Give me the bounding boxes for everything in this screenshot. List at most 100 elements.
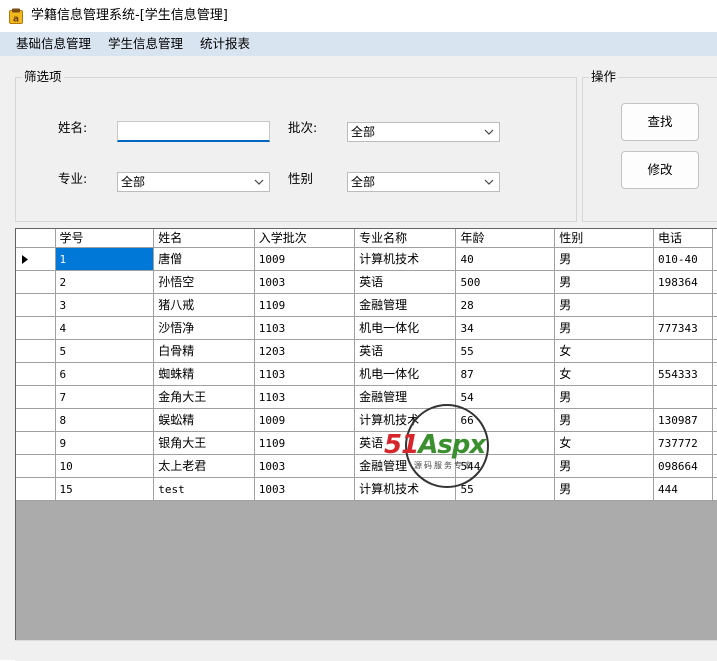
table-cell[interactable]: 1009 <box>254 248 354 271</box>
table-cell[interactable]: 1009 <box>254 409 354 432</box>
table-cell[interactable]: 沙悟净 <box>154 317 254 340</box>
table-cell[interactable]: 2 <box>55 271 154 294</box>
table-cell[interactable]: 蜈蚣精 <box>154 409 254 432</box>
edit-button[interactable]: 修改 <box>621 151 699 189</box>
table-cell[interactable]: 孙悟空 <box>154 271 254 294</box>
name-input[interactable] <box>117 121 270 142</box>
menu-student-info[interactable]: 学生信息管理 <box>108 36 183 52</box>
row-header[interactable] <box>16 409 55 432</box>
table-cell[interactable]: test <box>154 478 254 501</box>
table-cell[interactable]: 白骨精 <box>154 340 254 363</box>
table-cell[interactable]: 55 <box>456 340 555 363</box>
row-header[interactable] <box>16 363 55 386</box>
table-cell[interactable]: 1103 <box>254 386 354 409</box>
table-cell[interactable]: 蜘蛛精 <box>154 363 254 386</box>
table-cell[interactable]: 6 <box>55 363 154 386</box>
table-cell[interactable]: 500 <box>456 271 555 294</box>
column-header[interactable]: 性别 <box>555 229 654 248</box>
table-cell[interactable]: 28 <box>456 294 555 317</box>
table-cell[interactable]: 英语 <box>355 271 456 294</box>
table-cell[interactable]: 金融管理 <box>355 386 456 409</box>
table-cell[interactable] <box>456 432 555 455</box>
column-header[interactable]: 专业名称 <box>355 229 456 248</box>
table-cell[interactable]: 7 <box>55 386 154 409</box>
table-cell[interactable]: 银角大王 <box>154 432 254 455</box>
table-cell[interactable]: 130987 <box>654 409 713 432</box>
table-row[interactable]: 3猪八戒1109金融管理28男 <box>16 294 717 317</box>
table-cell[interactable]: 544 <box>456 455 555 478</box>
batch-select[interactable]: 全部 <box>347 122 500 142</box>
table-cell[interactable]: 金融管理 <box>355 455 456 478</box>
table-cell[interactable]: 010-40 <box>654 248 713 271</box>
table-cell[interactable]: 8 <box>55 409 154 432</box>
major-select[interactable]: 全部 <box>117 172 270 192</box>
search-button[interactable]: 查找 <box>621 103 699 141</box>
table-cell[interactable]: 55 <box>456 478 555 501</box>
table-cell[interactable]: 87 <box>456 363 555 386</box>
table-cell[interactable]: 男 <box>555 248 654 271</box>
table-cell[interactable]: 15 <box>55 478 154 501</box>
table-row[interactable]: 2孙悟空1003英语500男198364 <box>16 271 717 294</box>
row-header[interactable] <box>16 432 55 455</box>
table-cell[interactable]: 737772 <box>654 432 713 455</box>
table-cell[interactable]: 1003 <box>254 478 354 501</box>
table-row[interactable]: 1唐僧1009计算机技术40男010-40 <box>16 248 717 271</box>
row-header[interactable] <box>16 340 55 363</box>
table-cell[interactable]: 1109 <box>254 432 354 455</box>
table-cell[interactable]: 机电一体化 <box>355 317 456 340</box>
table-cell[interactable]: 1103 <box>254 317 354 340</box>
table-cell[interactable]: 777343 <box>654 317 713 340</box>
table-cell[interactable]: 40 <box>456 248 555 271</box>
table-cell[interactable]: 54 <box>456 386 555 409</box>
table-cell[interactable]: 444 <box>654 478 713 501</box>
table-cell[interactable]: 554333 <box>654 363 713 386</box>
table-cell[interactable]: 1203 <box>254 340 354 363</box>
table-cell[interactable]: 34 <box>456 317 555 340</box>
row-header[interactable] <box>16 455 55 478</box>
table-cell[interactable]: 计算机技术 <box>355 478 456 501</box>
table-cell[interactable]: 男 <box>555 294 654 317</box>
table-cell[interactable]: 计算机技术 <box>355 248 456 271</box>
menu-statistics-report[interactable]: 统计报表 <box>200 36 250 52</box>
table-cell[interactable]: 太上老君 <box>154 455 254 478</box>
table-row[interactable]: 9银角大王1109英语女737772 <box>16 432 717 455</box>
table-cell[interactable]: 男 <box>555 317 654 340</box>
table-cell[interactable] <box>654 294 713 317</box>
table-cell[interactable]: 10 <box>55 455 154 478</box>
table-row[interactable]: 4沙悟净1103机电一体化34男777343 <box>16 317 717 340</box>
horizontal-scrollbar[interactable] <box>15 640 717 661</box>
table-cell[interactable] <box>654 386 713 409</box>
table-cell[interactable]: 英语 <box>355 432 456 455</box>
table-cell[interactable]: 4 <box>55 317 154 340</box>
table-cell[interactable]: 1103 <box>254 363 354 386</box>
column-header[interactable]: 学号 <box>55 229 154 248</box>
table-cell[interactable]: 098664 <box>654 455 713 478</box>
table-cell[interactable]: 男 <box>555 455 654 478</box>
row-header[interactable] <box>16 478 55 501</box>
table-cell[interactable]: 1003 <box>254 455 354 478</box>
table-cell[interactable]: 女 <box>555 340 654 363</box>
table-cell[interactable]: 198364 <box>654 271 713 294</box>
table-row[interactable]: 7金角大王1103金融管理54男 <box>16 386 717 409</box>
table-cell[interactable]: 男 <box>555 478 654 501</box>
student-grid[interactable]: 学号 姓名 入学批次 专业名称 年龄 性别 电话 1唐僧1009计算机技术40男… <box>15 228 717 641</box>
table-cell[interactable]: 1003 <box>254 271 354 294</box>
table-cell[interactable]: 5 <box>55 340 154 363</box>
table-row[interactable]: 15test1003计算机技术55男444 <box>16 478 717 501</box>
table-cell[interactable]: 机电一体化 <box>355 363 456 386</box>
column-header[interactable]: 电话 <box>654 229 713 248</box>
table-row[interactable]: 5白骨精1203英语55女 <box>16 340 717 363</box>
table-cell[interactable]: 9 <box>55 432 154 455</box>
table-cell[interactable]: 1109 <box>254 294 354 317</box>
table-row[interactable]: 8蜈蚣精1009计算机技术66男130987 <box>16 409 717 432</box>
table-cell[interactable]: 男 <box>555 386 654 409</box>
column-header[interactable]: 姓名 <box>154 229 254 248</box>
table-row[interactable]: 6蜘蛛精1103机电一体化87女554333 <box>16 363 717 386</box>
table-cell[interactable]: 英语 <box>355 340 456 363</box>
row-header[interactable] <box>16 317 55 340</box>
menu-basic-info[interactable]: 基础信息管理 <box>16 36 91 52</box>
table-cell[interactable]: 男 <box>555 409 654 432</box>
table-cell[interactable]: 计算机技术 <box>355 409 456 432</box>
table-row[interactable]: 10太上老君1003金融管理544男098664 <box>16 455 717 478</box>
row-header[interactable] <box>16 294 55 317</box>
